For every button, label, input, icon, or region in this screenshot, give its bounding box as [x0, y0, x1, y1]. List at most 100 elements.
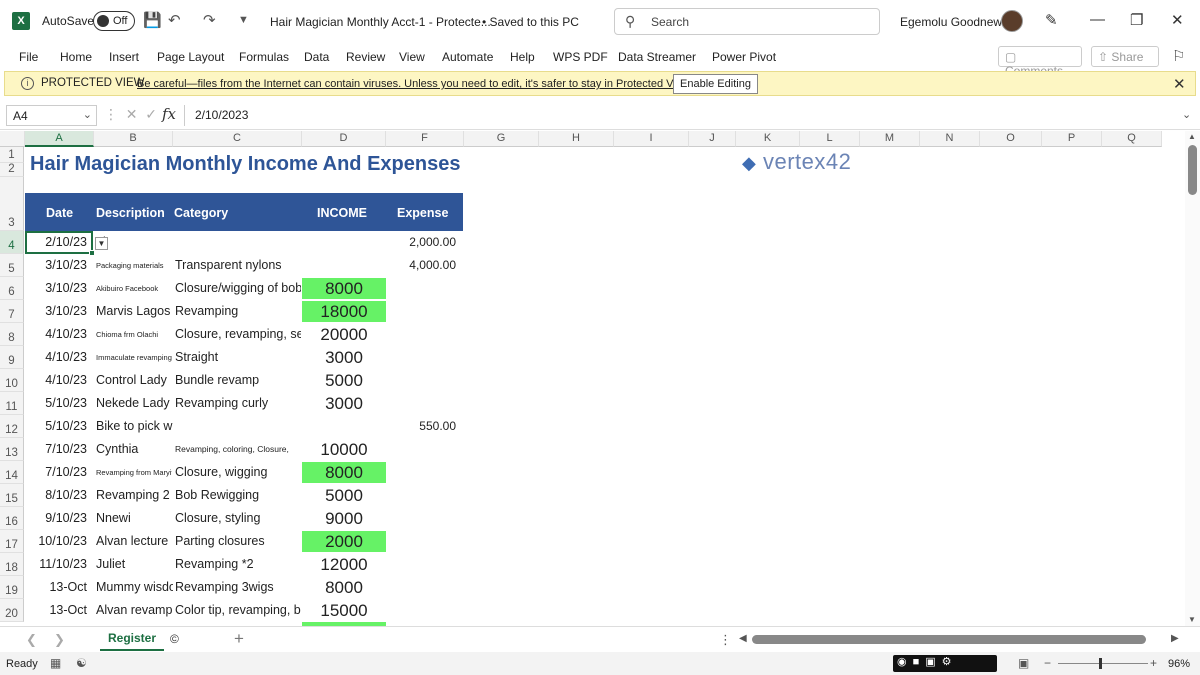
restore-icon[interactable]: ❐ [1130, 11, 1143, 29]
header-category[interactable]: Category [174, 206, 228, 220]
redo-icon[interactable]: ↷ [203, 11, 216, 29]
column-header-m[interactable]: M [860, 131, 920, 147]
header-expense[interactable]: Expense [397, 206, 448, 220]
cell-category[interactable]: Closure, wigging [175, 461, 301, 484]
cell-income[interactable]: 2000 [302, 530, 386, 553]
cell-date[interactable]: 3/10/23 [25, 277, 87, 300]
enable-editing-button[interactable]: Enable Editing [673, 74, 758, 94]
save-icon[interactable]: 💾 [143, 11, 162, 29]
row-header-15[interactable]: 15 [0, 484, 24, 507]
chevron-down-icon[interactable]: ⌄ [83, 108, 92, 121]
column-header-k[interactable]: K [736, 131, 800, 147]
cell-expense[interactable] [386, 461, 456, 484]
cell-description[interactable]: Revamping 2 [96, 484, 173, 507]
cell-dropdown-icon[interactable]: ▼ [95, 237, 108, 250]
spreadsheet-grid[interactable]: ABCDFGHIJKLMNOPQ 1 2 3 4 5 6 7 8 9 10 11 12 13 14 15 16… [0, 131, 1185, 626]
row-header-5[interactable]: 5 [0, 254, 24, 277]
prev-sheet-icon[interactable]: ❮ [26, 632, 37, 648]
cell-date[interactable]: 4/10/23 [25, 323, 87, 346]
cell-expense[interactable] [386, 599, 456, 622]
row-header-13[interactable]: 13 [0, 438, 24, 461]
cell-date[interactable]: 11/10/23 [25, 553, 87, 576]
comments-button[interactable]: ▢ Comments [998, 46, 1082, 78]
vertical-scroll-thumb[interactable] [1188, 145, 1197, 195]
cell-category[interactable]: Closure, styling [175, 507, 301, 530]
cancel-icon[interactable]: ✕ [126, 106, 138, 122]
row-header-20[interactable]: 20 [0, 599, 24, 622]
cell-date[interactable]: 7/10/23 [25, 461, 87, 484]
zoom-out-icon[interactable]: − [1044, 656, 1051, 670]
column-header-o[interactable]: O [980, 131, 1042, 147]
cell-expense[interactable] [386, 346, 456, 369]
cell-expense[interactable]: 2,000.00 [386, 231, 456, 254]
cell-expense[interactable] [386, 369, 456, 392]
column-header-b[interactable]: B [94, 131, 173, 147]
avatar[interactable] [1001, 10, 1023, 32]
cell-expense[interactable] [386, 530, 456, 553]
close-icon[interactable]: ✕ [1173, 75, 1186, 93]
column-header-q[interactable]: Q [1102, 131, 1162, 147]
cell-income[interactable]: 5000 [302, 484, 386, 507]
cell-income[interactable] [302, 231, 386, 254]
fill-handle[interactable] [89, 250, 95, 256]
share-button[interactable]: ⇧ Share [1091, 46, 1159, 67]
menu-automate[interactable]: Automate [442, 50, 493, 64]
cell-expense[interactable] [386, 438, 456, 461]
cell-description[interactable]: Marvis Lagos [96, 300, 173, 323]
cell-income[interactable] [302, 254, 386, 277]
row-header-11[interactable]: 11 [0, 392, 24, 415]
row-header-14[interactable]: 14 [0, 461, 24, 484]
row-header-7[interactable]: 7 [0, 300, 24, 323]
cell-expense[interactable] [386, 507, 456, 530]
feedback-icon[interactable]: ⚐ [1172, 47, 1185, 65]
row-header-2[interactable]: 2 [0, 163, 24, 177]
cell-expense[interactable] [386, 576, 456, 599]
cell-category[interactable]: Revamping 3wigs [175, 576, 301, 599]
camera-icon[interactable]: ◉ [897, 656, 913, 668]
menu-wps-pdf[interactable]: WPS PDF [553, 50, 608, 64]
cell-category[interactable] [175, 415, 301, 438]
cell-description[interactable]: Cynthia [96, 438, 173, 461]
row-header-16[interactable]: 16 [0, 507, 24, 530]
cell-expense[interactable] [386, 484, 456, 507]
cell-date[interactable]: 10/10/23 [25, 530, 87, 553]
cell-date[interactable]: 3/10/23 [25, 300, 87, 323]
cell-description[interactable]: Nekede Lady [96, 392, 173, 415]
row-header-17[interactable]: 17 [0, 530, 24, 553]
row-header-8[interactable]: 8 [0, 323, 24, 346]
window-icon[interactable]: ▣ [925, 656, 941, 668]
formula-input[interactable]: 2/10/2023 [184, 105, 1178, 126]
scroll-up-icon[interactable]: ▲ [1188, 132, 1196, 141]
tab-copyright[interactable]: © [170, 632, 179, 646]
menu-review[interactable]: Review [346, 50, 385, 64]
cell-description[interactable]: Chioma frm Olachi [96, 323, 172, 346]
cell-category[interactable]: Parting closures [175, 530, 301, 553]
column-header-d[interactable]: D [302, 131, 386, 147]
cell-description[interactable]: Akibuiro Facebook [96, 277, 172, 300]
cell-income[interactable]: 20000 [302, 323, 386, 346]
name-box[interactable]: A4 ⌄ [6, 105, 97, 126]
menu-insert[interactable]: Insert [109, 50, 139, 64]
cell-income[interactable]: 12000 [302, 553, 386, 576]
horizontal-scroll-thumb[interactable] [752, 635, 1146, 644]
header-income[interactable]: INCOME [317, 206, 367, 220]
cell-income[interactable]: 8000 [302, 576, 386, 599]
cell-expense[interactable]: 550.00 [386, 415, 456, 438]
cell-category[interactable]: Closure, revamping, sell [175, 323, 301, 346]
menu-home[interactable]: Home [60, 50, 92, 64]
menu-help[interactable]: Help [510, 50, 535, 64]
cell-expense[interactable] [386, 277, 456, 300]
row-header-9[interactable]: 9 [0, 346, 24, 369]
cell-income[interactable]: 3000 [302, 346, 386, 369]
settings-icon[interactable]: ⚙ [942, 656, 958, 668]
column-header-j[interactable]: J [689, 131, 736, 147]
row-header-6[interactable]: 6 [0, 277, 24, 300]
cell-category[interactable]: Bob Rewigging [175, 484, 301, 507]
cell-expense[interactable] [386, 300, 456, 323]
menu-power-pivot[interactable]: Power Pivot [712, 50, 776, 64]
cell-date[interactable]: 5/10/23 [25, 415, 87, 438]
cell-description[interactable]: Nnewi [96, 507, 173, 530]
menu-data[interactable]: Data [304, 50, 329, 64]
cell-date[interactable]: 4/10/23 [25, 369, 87, 392]
zoom-in-icon[interactable]: + [1150, 656, 1157, 670]
